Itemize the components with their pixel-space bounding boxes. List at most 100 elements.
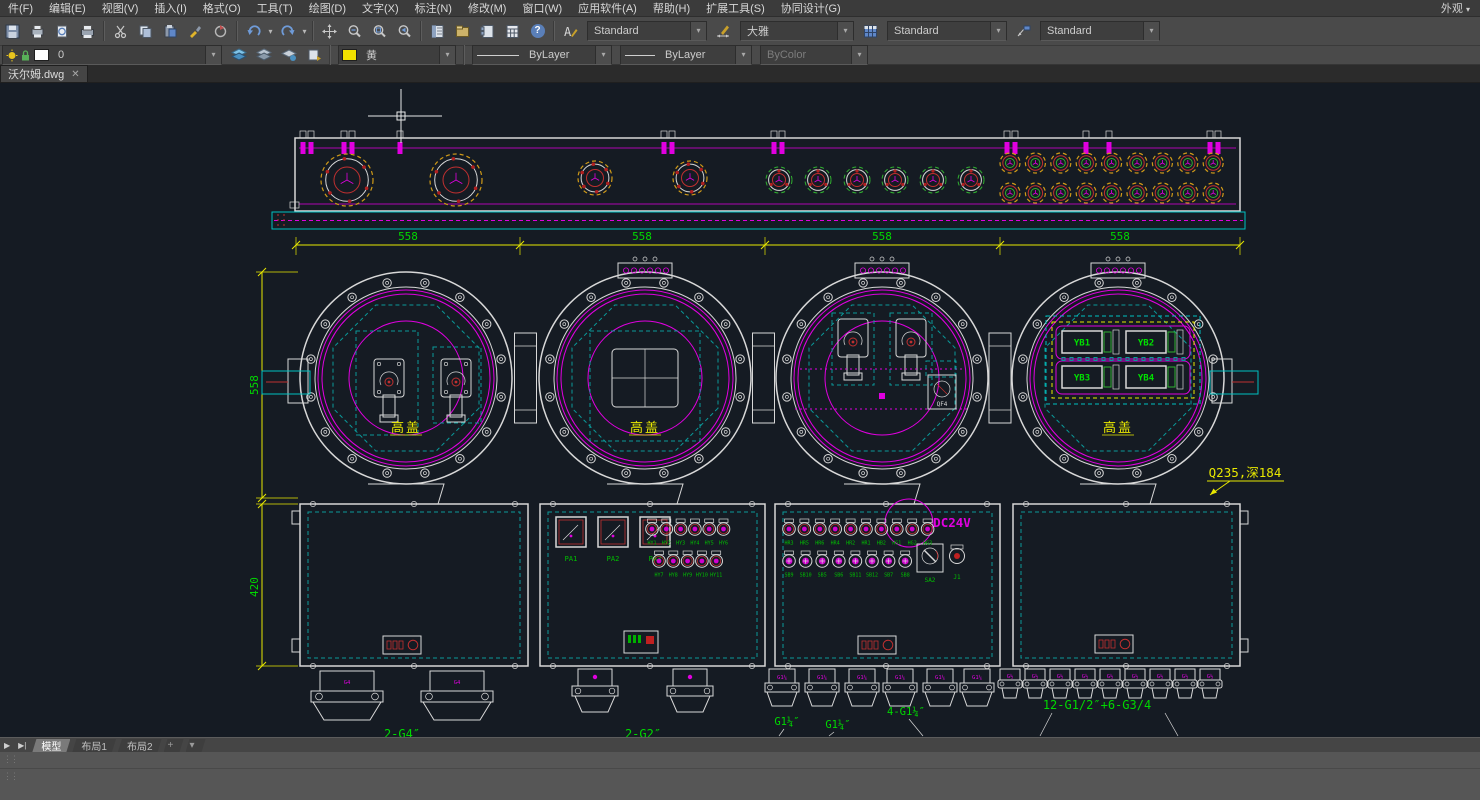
lamp-cap: [901, 551, 910, 555]
layout-nav-first-icon[interactable]: ▶: [0, 741, 14, 750]
dropdown-arrow-icon[interactable]: ▾: [735, 46, 751, 64]
zoom-previous-button[interactable]: [393, 20, 416, 42]
layer-properties-button[interactable]: [227, 44, 250, 66]
regen-button[interactable]: [209, 20, 232, 42]
menu-file[interactable]: 件(F): [0, 0, 41, 16]
menu-draw[interactable]: 绘图(D): [301, 0, 354, 16]
dropdown-arrow-icon[interactable]: ▾: [690, 22, 706, 40]
tool-palettes-button[interactable]: [476, 20, 499, 42]
gland-label: G1¼″: [774, 716, 799, 728]
lamp-cap: [676, 519, 685, 523]
layer-combo[interactable]: 0 ▾: [2, 45, 222, 65]
dropdown-arrow-icon[interactable]: ▾: [1143, 22, 1159, 40]
drawing-area[interactable]: 558 558 558 558 558 420: [0, 83, 1480, 737]
new-layout-button[interactable]: +: [164, 739, 184, 752]
appearance-menu[interactable]: 外观 ▾: [1431, 0, 1480, 16]
redo-button[interactable]: [276, 20, 299, 42]
menu-tools[interactable]: 工具(T): [249, 0, 301, 16]
command-window[interactable]: ⋮⋮ ⋮⋮: [0, 752, 1480, 800]
designcenter-button[interactable]: [451, 20, 474, 42]
menu-view[interactable]: 视图(V): [94, 0, 147, 16]
bolt-icon: [959, 320, 967, 328]
redo-dropdown-arrow-icon[interactable]: ▾: [300, 27, 309, 36]
close-tab-icon[interactable]: ✕: [71, 69, 79, 80]
menu-insert[interactable]: 插入(I): [146, 0, 194, 16]
lamp-lens: [693, 527, 698, 532]
dropdown-arrow-icon[interactable]: ▾: [595, 46, 611, 64]
pan-button[interactable]: [318, 20, 341, 42]
menu-text[interactable]: 文字(X): [354, 0, 407, 16]
copy-button[interactable]: [134, 20, 157, 42]
gland-flange: [765, 683, 799, 692]
menu-dimension[interactable]: 标注(N): [407, 0, 460, 16]
text-style-tool[interactable]: A: [559, 20, 582, 42]
dim-style-combo[interactable]: 大雅 ▾: [740, 21, 854, 41]
layout-list-button[interactable]: ▾: [186, 739, 206, 752]
undo-button[interactable]: [242, 20, 265, 42]
properties-button[interactable]: [426, 20, 449, 42]
cable-glands: G4G4G1¼G1¼G1¼G1¼G1¼G1¼G½G½G½G½G½G½G½G½G½: [311, 669, 1222, 720]
table-style-tool[interactable]: [859, 20, 882, 42]
text-style-combo[interactable]: Standard ▾: [587, 21, 707, 41]
menu-modify[interactable]: 修改(M): [460, 0, 515, 16]
bolt-icon: [351, 296, 354, 299]
gland-mark: G1¼: [777, 675, 787, 681]
zoom-window-button[interactable]: [368, 20, 391, 42]
tab-model[interactable]: 模型: [32, 739, 70, 752]
layer-states-button[interactable]: [252, 44, 275, 66]
menu-collab[interactable]: 协同设计(G): [773, 0, 849, 16]
contact-bar: [1113, 330, 1119, 354]
layer-isolate-button[interactable]: [277, 44, 300, 66]
box-outline: [300, 504, 528, 666]
format-painter-button[interactable]: [184, 20, 207, 42]
linetype-preview: [477, 55, 519, 56]
table-style-combo[interactable]: Standard ▾: [887, 21, 1007, 41]
tab-layout2[interactable]: 布局2: [118, 739, 162, 752]
gland-flange: [1048, 680, 1072, 688]
dropdown-arrow-icon[interactable]: ▾: [439, 46, 455, 64]
tab-layout1[interactable]: 布局1: [72, 739, 116, 752]
menu-express[interactable]: 扩展工具(S): [698, 0, 773, 16]
port-bolt: [343, 157, 347, 161]
layout-nav-last-icon[interactable]: ▶|: [14, 741, 30, 750]
save-button[interactable]: [1, 20, 24, 42]
mleader-style-tool[interactable]: [1012, 20, 1035, 42]
undo-dropdown-arrow-icon[interactable]: ▾: [266, 27, 275, 36]
lamp-label: SB9: [784, 573, 793, 579]
terminal-bolt: [1106, 257, 1110, 261]
drag-grip-icon[interactable]: ⋮⋮: [3, 771, 17, 782]
menu-format[interactable]: 格式(O): [195, 0, 249, 16]
color-combo[interactable]: 黄 ▾: [338, 45, 456, 65]
dropdown-arrow-icon[interactable]: ▾: [837, 22, 853, 40]
port-bolt: [677, 185, 681, 189]
paste-button[interactable]: [159, 20, 182, 42]
bolt-icon: [587, 455, 595, 463]
bolt-icon: [1133, 469, 1141, 477]
menu-window[interactable]: 窗口(W): [514, 0, 570, 16]
drag-grip-icon[interactable]: ⋮⋮: [3, 754, 17, 765]
dim-style-tool[interactable]: [712, 20, 735, 42]
zoom-realtime-button[interactable]: [343, 20, 366, 42]
help-button[interactable]: ?: [526, 20, 549, 42]
lineweight-combo[interactable]: ByLayer ▾: [620, 45, 752, 65]
cut-button[interactable]: [109, 20, 132, 42]
drawing-canvas[interactable]: 558 558 558 558 558 420: [0, 83, 1480, 737]
command-input[interactable]: ⋮⋮: [0, 769, 1480, 800]
plot-button[interactable]: [76, 20, 99, 42]
dropdown-arrow-icon[interactable]: ▾: [990, 22, 1006, 40]
layer-previous-button[interactable]: [302, 44, 325, 66]
linetype-combo[interactable]: ByLayer ▾: [472, 45, 612, 65]
quickcalc-button[interactable]: [501, 20, 524, 42]
print-button[interactable]: [51, 20, 74, 42]
mleader-style-combo[interactable]: Standard ▾: [1040, 21, 1160, 41]
menu-edit[interactable]: 编辑(E): [41, 0, 94, 16]
grip-mark: [1107, 142, 1112, 154]
menu-help[interactable]: 帮助(H): [645, 0, 698, 16]
menu-apps[interactable]: 应用软件(A): [570, 0, 645, 16]
lamp-lens: [848, 527, 853, 532]
dropdown-arrow-icon[interactable]: ▾: [205, 46, 221, 64]
file-tab[interactable]: 沃尔姆.dwg ✕: [0, 65, 88, 82]
command-history[interactable]: ⋮⋮: [0, 752, 1480, 769]
bolt-icon: [724, 430, 727, 433]
print-preview-button[interactable]: [26, 20, 49, 42]
